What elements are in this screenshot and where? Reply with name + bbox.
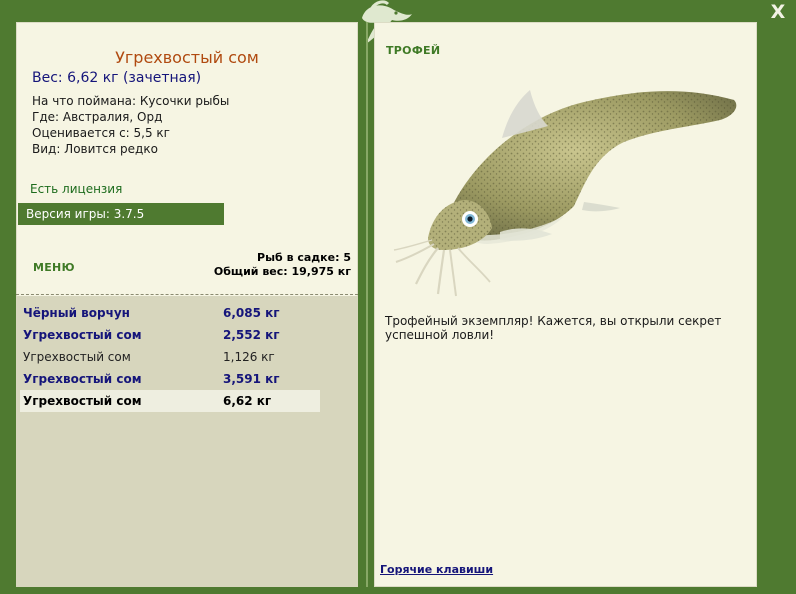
divider: [16, 294, 358, 295]
catch-list: Чёрный ворчун 6,085 кг Угрехвостый сом 2…: [16, 296, 358, 587]
trophy-description: Трофейный экземпляр! Кажется, вы открыли…: [385, 314, 722, 342]
rating-info: Оценивается с: 5,5 кг: [32, 126, 170, 140]
catfish-image: [393, 90, 737, 297]
license-status: Есть лицензия: [30, 182, 123, 196]
catch-weight: 6,62 кг: [223, 394, 272, 408]
list-item[interactable]: Угрехвостый сом 3,591 кг: [20, 368, 320, 390]
keepnet-stats: Рыб в садке: 5 Общий вес: 19,975 кг: [214, 251, 351, 279]
list-item-selected[interactable]: Угрехвостый сом 6,62 кг: [20, 390, 320, 412]
location-info: Где: Австралия, Орд: [32, 110, 163, 124]
catch-name: Угрехвостый сом: [23, 394, 142, 408]
species-info: Вид: Ловится редко: [32, 142, 158, 156]
fish-weight: Вес: 6,62 кг (зачетная): [32, 70, 202, 86]
window-frame-right: [757, 22, 796, 594]
keepnet-count: Рыб в садке: 5: [257, 251, 351, 264]
trophy-panel: ТРОФЕЙ Трофейный экземпляр! Кажется, вы …: [374, 22, 757, 587]
catch-weight: 2,552 кг: [223, 328, 280, 342]
catch-weight: 3,591 кг: [223, 372, 280, 386]
catch-weight: 1,126 кг: [223, 350, 275, 364]
list-item[interactable]: Чёрный ворчун 6,085 кг: [20, 302, 320, 324]
bait-info: На что поймана: Кусочки рыбы: [32, 94, 230, 108]
list-item[interactable]: Угрехвостый сом 2,552 кг: [20, 324, 320, 346]
list-item[interactable]: Угрехвостый сом 1,126 кг: [20, 346, 320, 368]
catch-name: Чёрный ворчун: [23, 306, 130, 320]
close-button[interactable]: X: [768, 2, 788, 22]
catch-name: Угрехвостый сом: [23, 328, 142, 342]
fish-info-panel: Угрехвостый сом Вес: 6,62 кг (зачетная) …: [16, 22, 358, 587]
catch-name: Угрехвостый сом: [23, 350, 131, 364]
menu-button[interactable]: МЕНЮ: [33, 261, 75, 274]
catch-weight: 6,085 кг: [223, 306, 280, 320]
panel-divider: [366, 22, 368, 587]
keepnet-total-weight: Общий вес: 19,975 кг: [213, 265, 351, 278]
catch-name: Угрехвостый сом: [23, 372, 142, 386]
version-bar: Версия игры: 3.7.5: [18, 203, 224, 225]
close-icon: X: [770, 1, 786, 23]
hotkeys-link[interactable]: Горячие клавиши: [380, 563, 493, 576]
fish-title: Угрехвостый сом: [115, 48, 259, 67]
